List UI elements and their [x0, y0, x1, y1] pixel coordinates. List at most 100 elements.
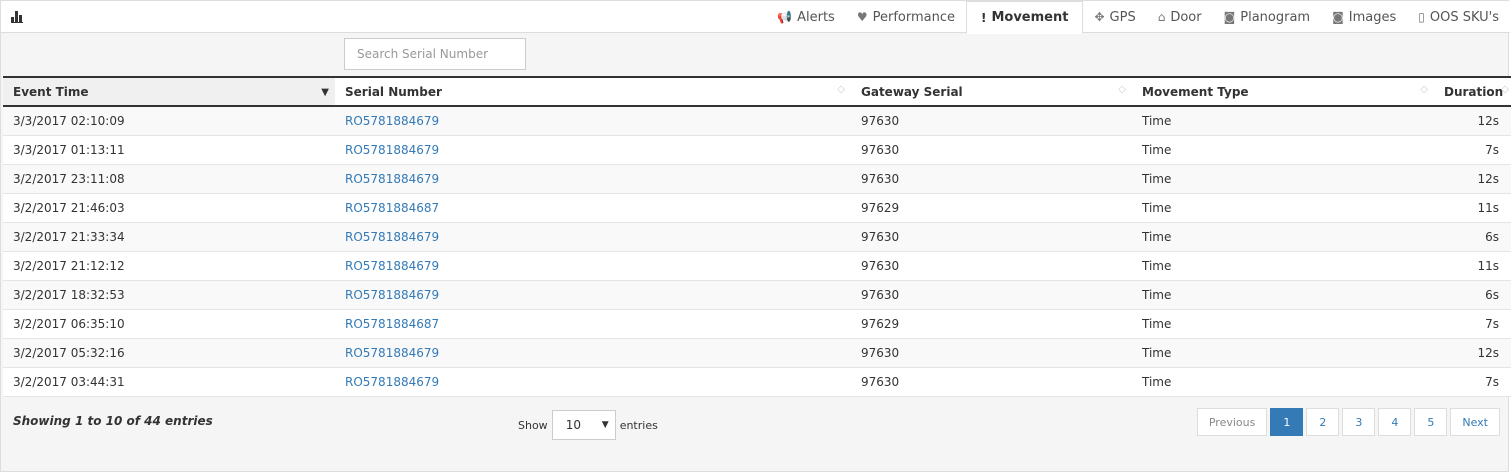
serial-number-link[interactable]: RO5781884679: [345, 346, 439, 360]
sort-desc-icon: ▼: [321, 87, 329, 98]
tab-label: Alerts: [797, 9, 835, 25]
serial-number-cell: RO5781884679: [335, 106, 851, 136]
gateway-serial-cell: 97630: [851, 106, 1132, 136]
gateway-serial-cell: 97630: [851, 280, 1132, 310]
table-footer: Showing 1 to 10 of 44 entries Show 10 ▼ …: [1, 397, 1510, 459]
tab-door[interactable]: ⌂ Door: [1147, 1, 1213, 33]
serial-number-link[interactable]: RO5781884687: [345, 201, 439, 215]
gateway-serial-cell: 97630: [851, 251, 1132, 281]
search-serial-input[interactable]: [344, 38, 526, 70]
page-5-button[interactable]: 5: [1414, 408, 1448, 436]
serial-number-link[interactable]: RO5781884679: [345, 143, 439, 157]
serial-number-cell: RO5781884687: [335, 193, 851, 223]
movement-type-cell: Time: [1132, 251, 1434, 281]
serial-number-link[interactable]: RO5781884687: [345, 317, 439, 331]
heart-icon: ♥: [856, 10, 868, 24]
move-arrows-icon: ✥: [1094, 10, 1105, 24]
tab-gps[interactable]: ✥ GPS: [1083, 1, 1146, 33]
megaphone-icon: 📢: [777, 10, 793, 24]
tab-images[interactable]: ◙ Images: [1321, 1, 1407, 33]
table-body: 3/3/2017 02:10:09 RO5781884679 97630 Time 12…: [3, 106, 1511, 397]
event-time-cell: 3/2/2017 03:44:31: [3, 367, 335, 397]
serial-number-cell: RO5781884679: [335, 338, 851, 368]
tab-label: Door: [1170, 9, 1202, 25]
gateway-serial-cell: 97630: [851, 164, 1132, 194]
gateway-serial-cell: 97629: [851, 309, 1132, 339]
serial-number-link[interactable]: RO5781884679: [345, 375, 439, 389]
column-header-gateway-serial[interactable]: Gateway Serial ◇: [851, 76, 1132, 107]
tab-planogram[interactable]: ◙ Planogram: [1213, 1, 1322, 33]
bar-chart-icon[interactable]: [11, 11, 25, 23]
table-row: 3/3/2017 01:13:11 RO5781884679 97630 Time 7s: [3, 135, 1511, 165]
movement-type-cell: Time: [1132, 280, 1434, 310]
serial-number-cell: RO5781884679: [335, 164, 851, 194]
gateway-serial-cell: 97630: [851, 367, 1132, 397]
duration-cell: 6s: [1434, 280, 1511, 310]
column-header-movement-type[interactable]: Movement Type ◇: [1132, 76, 1434, 107]
tab-alerts[interactable]: 📢 Alerts: [766, 1, 846, 33]
serial-number-cell: RO5781884679: [335, 251, 851, 281]
serial-number-cell: RO5781884679: [335, 222, 851, 252]
movement-panel: 📢 Alerts ♥ Performance! Movement ✥ GPS ⌂ Door ◙ Pl…: [0, 0, 1511, 472]
table-row: 3/2/2017 05:32:16 RO5781884679 97630 Time 12…: [3, 338, 1511, 368]
gateway-serial-cell: 97630: [851, 135, 1132, 165]
table-row: 3/2/2017 21:46:03 RO5781884687 97629 Time 11…: [3, 193, 1511, 223]
serial-number-link[interactable]: RO5781884679: [345, 230, 439, 244]
tab-performance[interactable]: ♥ Performance: [846, 1, 966, 33]
duration-cell: 7s: [1434, 135, 1511, 165]
sort-both-icon: ◇: [1501, 84, 1509, 95]
gateway-serial-cell: 97630: [851, 338, 1132, 368]
column-header-event-time[interactable]: Event Time ▼: [3, 76, 335, 107]
serial-number-link[interactable]: RO5781884679: [345, 288, 439, 302]
column-header-serial-number[interactable]: Serial Number ◇: [335, 76, 851, 107]
event-time-cell: 3/2/2017 21:12:12: [3, 251, 335, 281]
duration-cell: 11s: [1434, 193, 1511, 223]
duration-cell: 12s: [1434, 164, 1511, 194]
movement-type-cell: Time: [1132, 106, 1434, 136]
movement-table: Event Time ▼ Serial Number ◇ Gateway Ser…: [3, 76, 1511, 397]
top-bar: 📢 Alerts ♥ Performance! Movement ✥ GPS ⌂ Door ◙ Pl…: [1, 1, 1510, 34]
next-page-button[interactable]: Next: [1450, 408, 1500, 436]
tab-oos-sku-s[interactable]: ▯ OOS SKU's: [1407, 1, 1510, 33]
page-3-button[interactable]: 3: [1342, 408, 1376, 436]
serial-number-cell: RO5781884679: [335, 367, 851, 397]
serial-number-cell: RO5781884679: [335, 135, 851, 165]
caret-down-icon: ▼: [601, 420, 609, 430]
event-time-cell: 3/2/2017 21:33:34: [3, 222, 335, 252]
show-label: Show: [518, 418, 548, 432]
sort-both-icon: ◇: [1420, 84, 1428, 95]
previous-page-button[interactable]: Previous: [1196, 408, 1268, 436]
tab-movement[interactable]: ! Movement: [965, 1, 1084, 34]
exclamation-icon: !: [980, 10, 987, 25]
home-icon: ⌂: [1157, 10, 1166, 24]
entries-select[interactable]: 10 ▼: [551, 410, 616, 440]
camera-icon: ◙: [1223, 10, 1236, 24]
movement-type-cell: Time: [1132, 367, 1434, 397]
table-row: 3/2/2017 21:33:34 RO5781884679 97630 Time 6s: [3, 222, 1511, 252]
movement-type-cell: Time: [1132, 193, 1434, 223]
column-header-duration[interactable]: Duration ◇: [1434, 76, 1511, 107]
event-time-cell: 3/2/2017 21:46:03: [3, 193, 335, 223]
table-row: 3/2/2017 23:11:08 RO5781884679 97630 Time 12…: [3, 164, 1511, 194]
tab-bar: 📢 Alerts ♥ Performance! Movement ✥ GPS ⌂ Door ◙ Pl…: [766, 1, 1510, 34]
serial-number-link[interactable]: RO5781884679: [345, 172, 439, 186]
serial-number-link[interactable]: RO5781884679: [345, 259, 439, 273]
duration-cell: 6s: [1434, 222, 1511, 252]
table-row: 3/2/2017 21:12:12 RO5781884679 97630 Time 11…: [3, 251, 1511, 281]
movement-type-cell: Time: [1132, 338, 1434, 368]
camera-icon: ◙: [1332, 10, 1344, 24]
table-row: 3/2/2017 06:35:10 RO5781884687 97629 Time 7s: [3, 309, 1511, 339]
event-time-cell: 3/2/2017 05:32:16: [3, 338, 335, 368]
entries-label: entries: [619, 418, 658, 432]
duration-cell: 12s: [1434, 338, 1511, 368]
entries-length-control: Show 10 ▼ entries: [518, 410, 658, 440]
search-row: [1, 33, 1510, 76]
page-4-button[interactable]: 4: [1378, 408, 1412, 436]
page-1-button[interactable]: 1: [1270, 408, 1304, 436]
event-time-cell: 3/3/2017 01:13:11: [3, 135, 335, 165]
movement-type-cell: Time: [1132, 164, 1434, 194]
duration-cell: 7s: [1434, 367, 1511, 397]
serial-number-link[interactable]: RO5781884679: [345, 114, 439, 128]
page-2-button[interactable]: 2: [1306, 408, 1340, 436]
event-time-cell: 3/2/2017 06:35:10: [3, 309, 335, 339]
